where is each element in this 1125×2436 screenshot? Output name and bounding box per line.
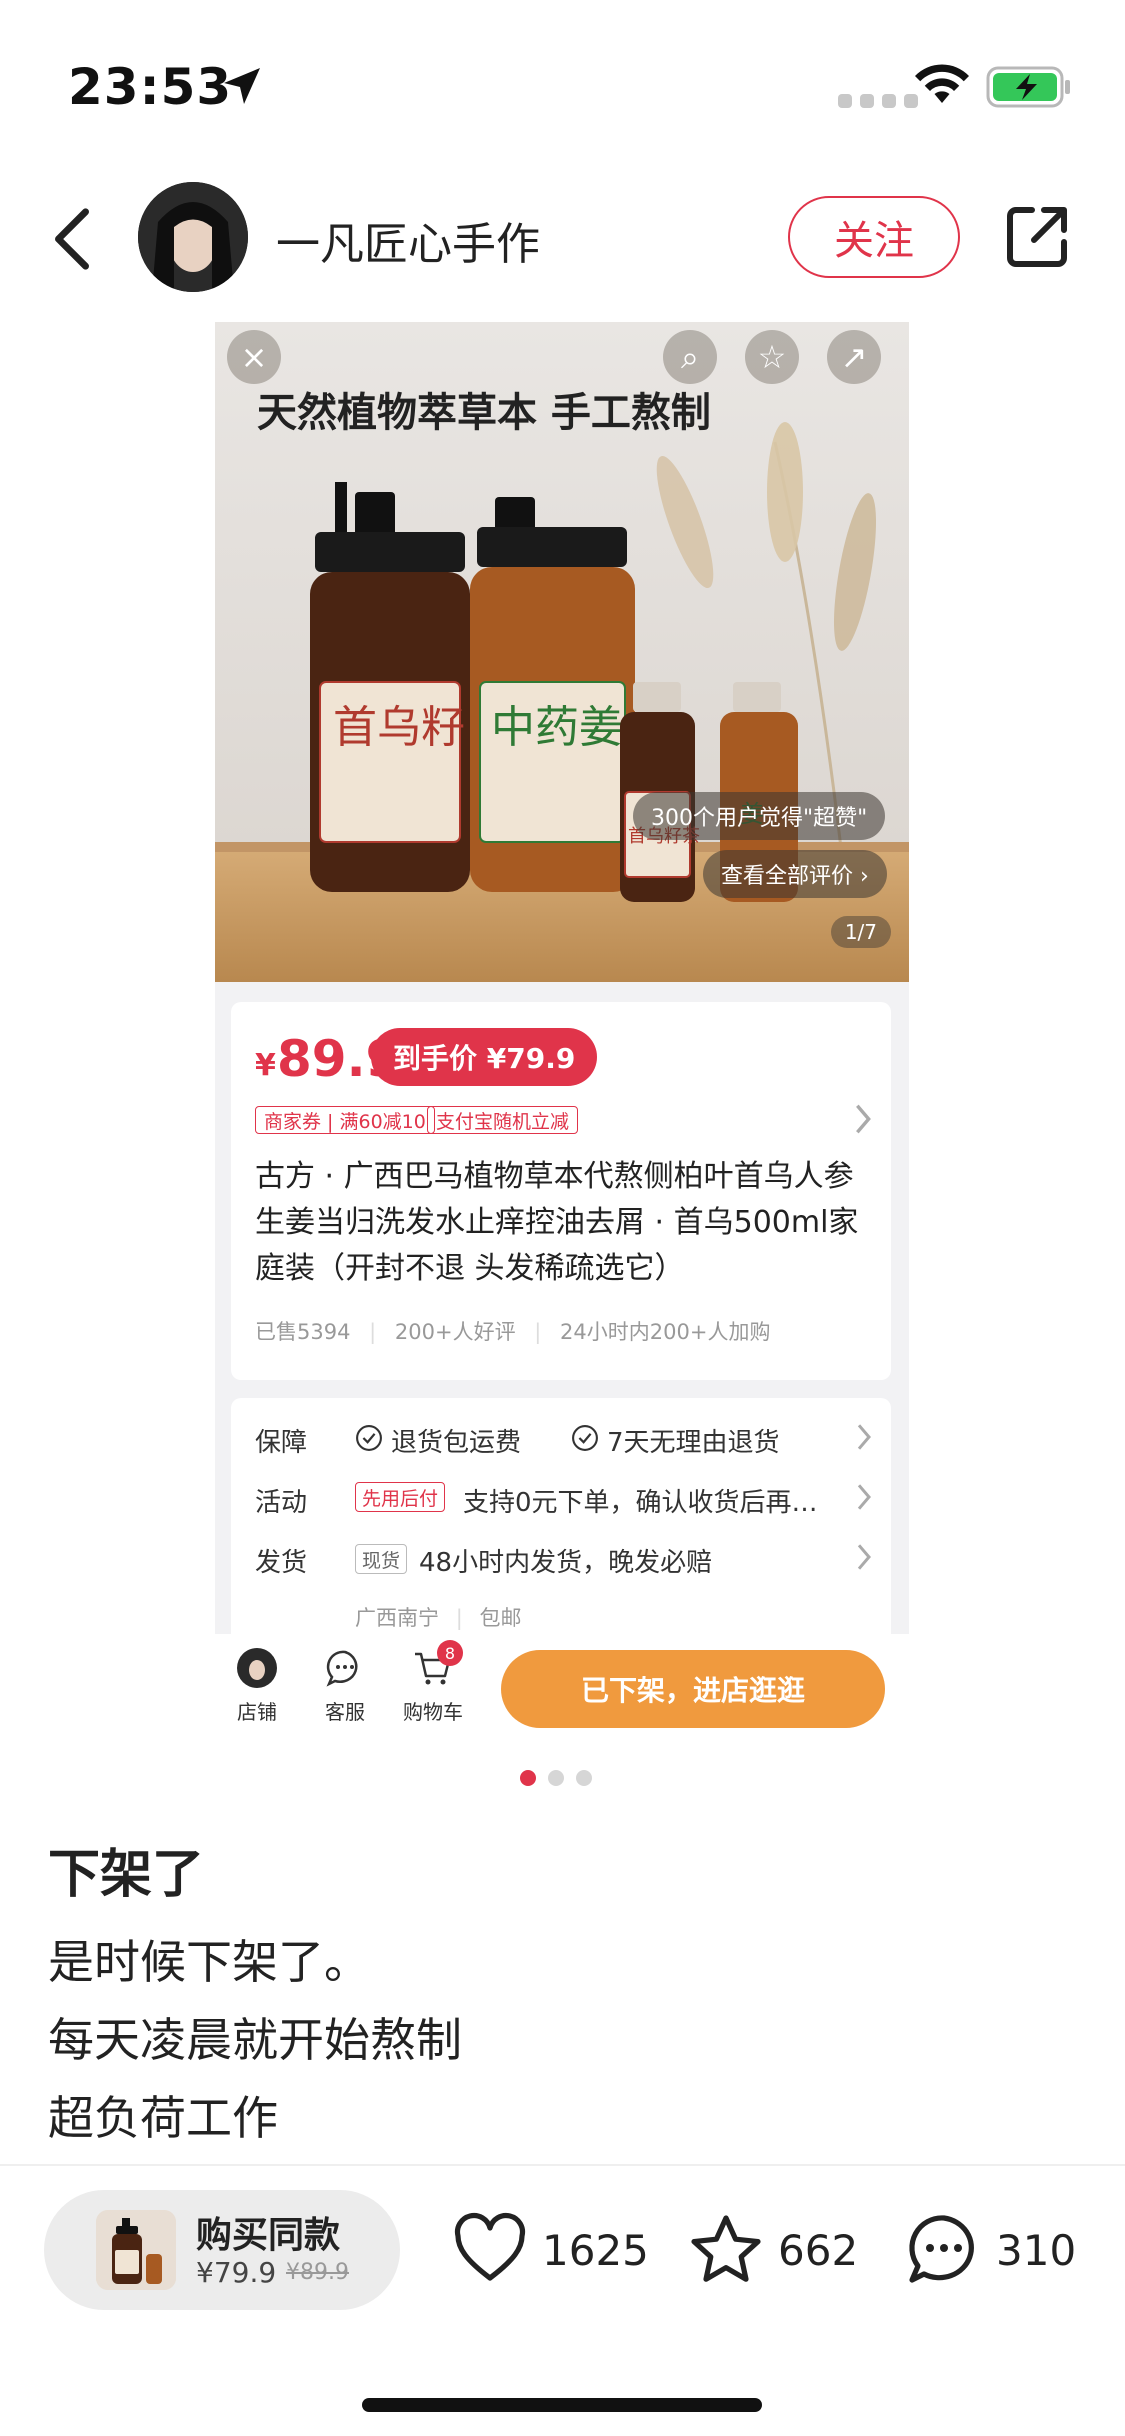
battery-charging-icon — [986, 66, 1070, 108]
like-button[interactable]: 1625 — [450, 2210, 649, 2290]
product-bottom-bar: 店铺 客服 购物车 8 已下架，进店逛逛 — [215, 1634, 909, 1742]
comment-count: 310 — [996, 2225, 1077, 2275]
shop-avatar[interactable] — [138, 182, 248, 292]
product-screenshot-card[interactable]: 首乌籽 中药姜 首乌籽茶 姜 天然植物萃草本 手工熬制 × ⌕ ☆ ↗ 300个… — [215, 322, 909, 1742]
like-count: 1625 — [542, 2225, 649, 2275]
favorite-button[interactable]: 662 — [686, 2210, 858, 2290]
back-icon[interactable] — [50, 206, 94, 272]
shop-tab[interactable]: 店铺 — [225, 1646, 289, 1725]
buy-same-original-price: ¥89.9 — [286, 2260, 349, 2285]
in-stock-tag: 现货 — [355, 1544, 408, 1574]
wifi-icon — [915, 64, 969, 103]
status-time: 23:53 — [68, 58, 233, 116]
shipping-origin: 广西南宁 | 包邮 — [355, 1606, 522, 1630]
home-indicator[interactable] — [362, 2398, 762, 2412]
star-icon[interactable]: ☆ — [745, 330, 799, 384]
recent-cart-count: 24小时内200+人加购 — [560, 1320, 771, 1344]
product-meta: 已售5394 | 200+人好评 | 24小时内200+人加购 — [255, 1320, 771, 1344]
favorite-count: 662 — [778, 2225, 859, 2275]
comment-bubble-icon — [909, 2215, 974, 2283]
guarantee-free-return: 退货包运费 — [391, 1428, 522, 1458]
chevron-right-icon[interactable] — [855, 1482, 873, 1512]
pay-later-tag: 先用后付 — [355, 1482, 446, 1512]
divider — [0, 2164, 1125, 2166]
guarantee-label: 保障 — [255, 1428, 308, 1458]
shop-name[interactable]: 一凡匠心手作 — [276, 208, 540, 272]
price-currency: ¥ — [255, 1048, 276, 1083]
cart-tab[interactable]: 购物车 8 — [401, 1640, 465, 1725]
shop-tab-label: 店铺 — [237, 1700, 277, 1724]
carousel-dot-2[interactable] — [548, 1770, 564, 1786]
customer-service-tab[interactable]: 客服 — [313, 1646, 377, 1725]
share-small-icon[interactable]: ↗ — [827, 330, 881, 384]
comment-button[interactable]: 310 — [904, 2210, 1076, 2290]
cellular-signal-icon — [838, 94, 918, 108]
offline-visit-shop-button[interactable]: 已下架，进店逛逛 — [501, 1650, 885, 1728]
product-hero-image: 首乌籽 中药姜 首乌籽茶 姜 天然植物萃草本 手工熬制 × ⌕ ☆ ↗ 300个… — [215, 322, 909, 982]
carousel-dot-3[interactable] — [576, 1770, 592, 1786]
heart-icon — [454, 2212, 526, 2281]
post-line-1: 是时候下架了。 — [48, 1935, 370, 1989]
chevron-right-icon[interactable] — [855, 1542, 873, 1572]
buy-same-price: ¥79.9 — [196, 2256, 277, 2289]
free-shipping: 包邮 — [479, 1606, 522, 1630]
star-outline-icon — [691, 2215, 761, 2282]
post-line-3: 超负荷工作 — [48, 2091, 278, 2145]
shipping-text: 48小时内发货，晚发必赔 — [419, 1548, 713, 1578]
ship-origin: 广西南宁 — [355, 1606, 439, 1630]
image-page-indicator: 1/7 — [830, 916, 891, 948]
customer-service-label: 客服 — [325, 1700, 365, 1724]
carousel-dot-1[interactable] — [520, 1770, 536, 1786]
follow-button[interactable]: 关注 — [788, 196, 960, 278]
chevron-right-icon[interactable] — [853, 1102, 873, 1136]
guarantee-7day: 7天无理由退货 — [607, 1428, 780, 1458]
cart-count-badge: 8 — [437, 1640, 463, 1666]
deal-price-badge: 到手价 ¥79.9 — [371, 1028, 598, 1086]
all-reviews-link[interactable]: 查看全部评价 › — [703, 850, 887, 898]
bottle-label-2: 中药姜 — [491, 702, 623, 753]
search-icon[interactable]: ⌕ — [663, 330, 717, 384]
shipping-label: 发货 — [255, 1548, 308, 1578]
post-line-2: 每天凌晨就开始熬制 — [48, 2013, 462, 2067]
hero-banner-text: 天然植物萃草本 手工熬制 — [257, 390, 711, 436]
check-circle-icon — [572, 1425, 598, 1451]
service-panel: 保障 退货包运费 7天无理由退货 活动 先用后付 支持0元下单，确认收货后再… … — [231, 1398, 891, 1658]
price-info-panel: ¥ 89.9 到手价 ¥79.9 商家券 | 满60减10 支付宝随机立减 古方… — [231, 1002, 891, 1380]
share-icon[interactable] — [1004, 202, 1072, 270]
product-title: 古方 · 广西巴马植物草本代熬侧柏叶首乌人参生姜当归洗发水止痒控油去屑 · 首乌… — [255, 1159, 859, 1286]
activity-text: 支持0元下单，确认收货后再… — [463, 1488, 818, 1518]
check-circle-icon — [356, 1425, 382, 1451]
good-review-count: 200+人好评 — [394, 1320, 516, 1344]
sold-count: 已售5394 — [255, 1320, 351, 1344]
buy-same-button[interactable]: 购买同款 ¥79.9 ¥89.9 — [44, 2190, 400, 2310]
review-summary-bubble[interactable]: 300个用户觉得"超赞" — [633, 792, 886, 840]
post-title: 下架了 — [48, 1845, 205, 1905]
location-arrow-icon — [224, 68, 260, 104]
carousel-indicator — [520, 1770, 592, 1786]
chevron-right-icon[interactable] — [855, 1422, 873, 1452]
coupon-tag-alipay[interactable]: 支付宝随机立减 — [427, 1106, 579, 1134]
shop-avatar-icon — [237, 1648, 277, 1688]
chat-bubble-icon — [326, 1650, 358, 1687]
activity-label: 活动 — [255, 1488, 308, 1518]
buy-product-thumbnail — [96, 2210, 176, 2290]
coupon-tag-merchant[interactable]: 商家券 | 满60减10 — [255, 1106, 435, 1134]
bottle-label-1: 首乌籽 — [333, 702, 465, 753]
buy-same-label: 购买同款 — [196, 2215, 341, 2256]
close-icon[interactable]: × — [227, 330, 281, 384]
cart-label: 购物车 — [403, 1700, 463, 1724]
